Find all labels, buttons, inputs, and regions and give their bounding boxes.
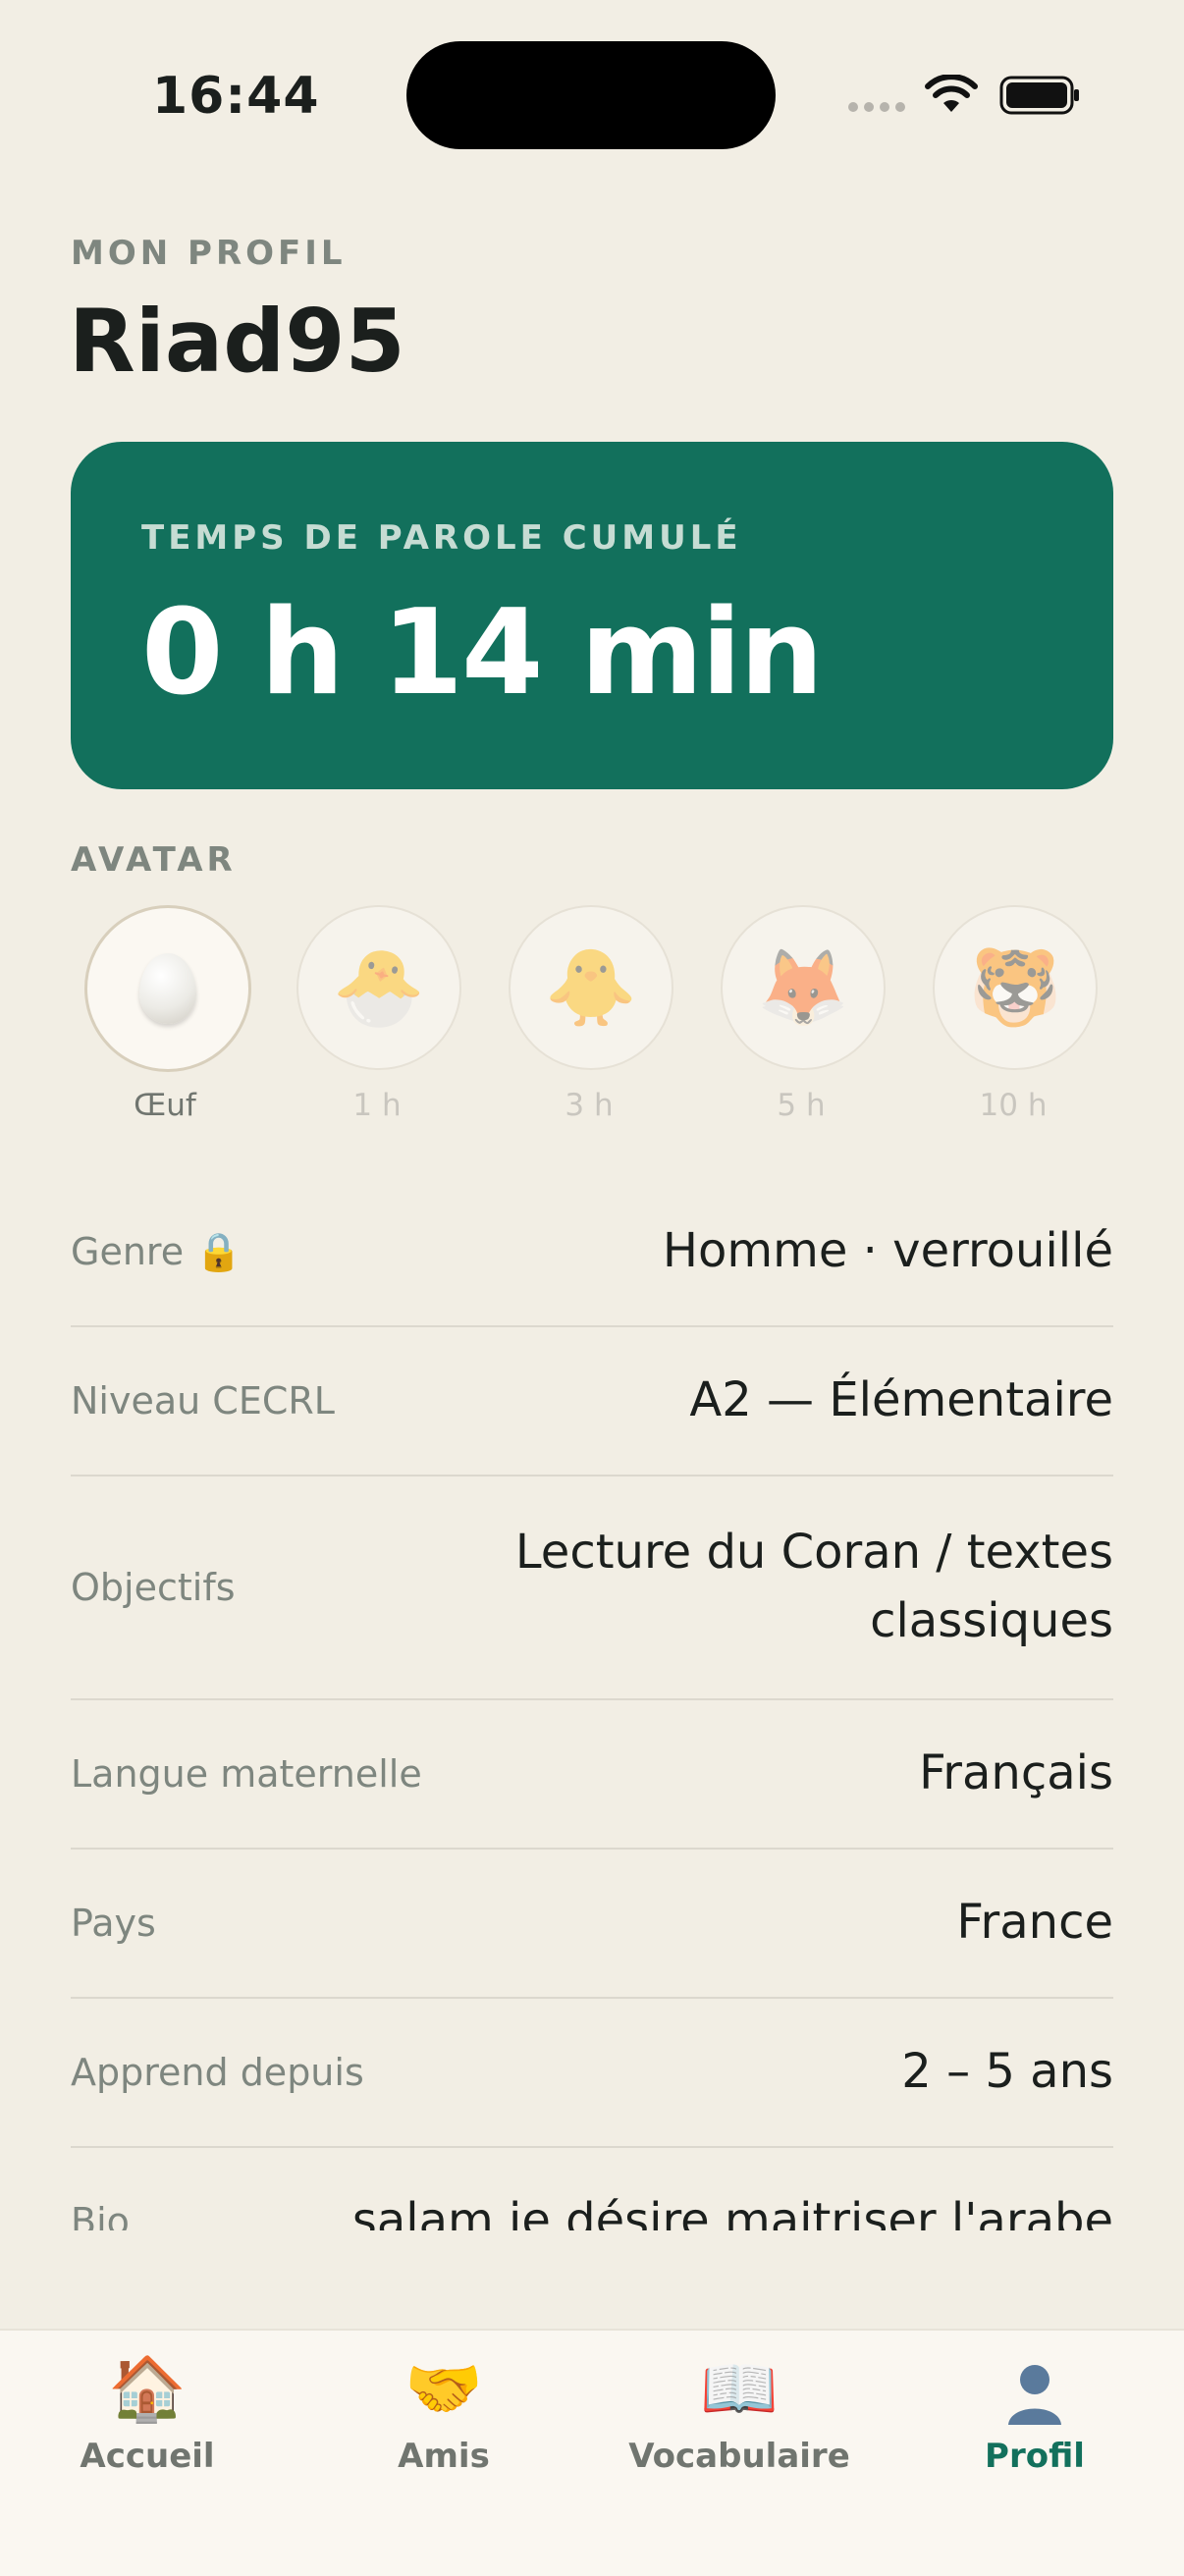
speaking-time-label: TEMPS DE PAROLE CUMULÉ <box>141 518 742 558</box>
avatar-circle[interactable]: 🐥 <box>509 905 673 1070</box>
tab-label: Profil <box>985 2437 1085 2476</box>
row-label-objectives: Objectifs <box>71 1566 236 1609</box>
row-value-objectives: Lecture du Coran / textes classiques <box>515 1519 1113 1655</box>
row-native-language[interactable]: Langue maternelle Français <box>71 1700 1113 1850</box>
fox-icon: 🦊 <box>756 943 850 1031</box>
avatar-picker: Œuf 🐣 1 h 🐥 3 h 🦊 5 h 🐯 10 h <box>0 905 1184 1141</box>
row-gender: Genre 🔒 Homme · verrouillé <box>71 1178 1113 1327</box>
profile-details-list[interactable]: Genre 🔒 Homme · verrouillé Niveau CECRL … <box>71 1178 1113 2230</box>
tab-amis[interactable]: 🤝 Amis <box>326 2350 562 2476</box>
avatar-label: 5 h <box>777 1088 826 1123</box>
avatar-option-1h[interactable]: 🐣 1 h <box>296 905 461 1123</box>
avatar-label: 3 h <box>565 1088 614 1123</box>
tab-label: Amis <box>398 2437 490 2476</box>
status-time: 16:44 <box>152 67 320 126</box>
page-title: Riad95 <box>69 291 405 392</box>
row-label-native-language: Langue maternelle <box>71 1752 422 1796</box>
wifi-icon <box>925 75 978 112</box>
avatar-circle[interactable]: 🐯 <box>933 905 1098 1070</box>
row-cefr-level[interactable]: Niveau CECRL A2 — Élémentaire <box>71 1327 1113 1476</box>
tab-accueil[interactable]: 🏠 Accueil <box>29 2350 265 2476</box>
tab-vocabulaire[interactable]: 📖 Vocabulaire <box>621 2350 857 2476</box>
row-bio[interactable]: Bio salam je désire maitriser l'arabe <box>71 2148 1113 2230</box>
status-bar: 16:44 <box>0 0 1184 196</box>
egg-icon <box>139 953 196 1024</box>
tab-profil[interactable]: Profil <box>917 2350 1153 2476</box>
row-country[interactable]: Pays France <box>71 1850 1113 1999</box>
tiger-icon: 🐯 <box>968 943 1062 1031</box>
objectives-line-2: classiques <box>870 1593 1113 1648</box>
row-learning-since[interactable]: Apprend depuis 2 – 5 ans <box>71 1999 1113 2148</box>
row-label-country: Pays <box>71 1902 156 1945</box>
avatar-option-egg[interactable]: Œuf <box>84 905 251 1123</box>
avatar-label: 10 h <box>979 1088 1048 1123</box>
avatar-section-label: AVATAR <box>71 840 237 880</box>
row-label-learning-since: Apprend depuis <box>71 2051 364 2094</box>
speaking-time-value: 0 h 14 min <box>141 585 824 722</box>
avatar-label: Œuf <box>134 1088 196 1123</box>
tab-label: Vocabulaire <box>628 2437 850 2476</box>
row-value-native-language: Français <box>919 1745 1113 1801</box>
row-value-country: France <box>956 1895 1113 1951</box>
open-book-icon: 📖 <box>700 2353 779 2426</box>
house-icon: 🏠 <box>108 2353 187 2426</box>
avatar-circle[interactable]: 🦊 <box>721 905 886 1070</box>
row-label-bio: Bio <box>71 2200 130 2230</box>
signal-icon <box>848 102 905 112</box>
avatar-circle[interactable] <box>84 905 251 1072</box>
hatching-chick-icon: 🐣 <box>332 943 426 1031</box>
avatar-option-10h[interactable]: 🐯 10 h <box>933 905 1098 1123</box>
row-value-learning-since: 2 – 5 ans <box>901 2044 1113 2100</box>
battery-icon <box>999 76 1079 115</box>
speaking-time-card: TEMPS DE PAROLE CUMULÉ 0 h 14 min <box>71 442 1113 789</box>
avatar-circle[interactable]: 🐣 <box>296 905 461 1070</box>
page-section-label: MON PROFIL <box>71 234 347 273</box>
tab-label: Accueil <box>80 2437 215 2476</box>
handshake-icon: 🤝 <box>404 2353 483 2426</box>
tab-bar: 🏠 Accueil 🤝 Amis 📖 Vocabulaire Profil <box>0 2329 1184 2576</box>
row-label-gender: Genre 🔒 <box>71 1229 242 1273</box>
row-value-bio: salam je désire maitriser l'arabe <box>351 2193 1113 2230</box>
row-objectives[interactable]: Objectifs Lecture du Coran / textes clas… <box>71 1476 1113 1700</box>
dynamic-island <box>406 41 776 149</box>
row-label-cefr: Niveau CECRL <box>71 1379 335 1422</box>
avatar-option-5h[interactable]: 🦊 5 h <box>721 905 886 1123</box>
objectives-line-1: Lecture du Coran / textes <box>514 1525 1113 1581</box>
person-silhouette-icon <box>917 2350 1153 2429</box>
row-value-cefr: A2 — Élémentaire <box>689 1372 1113 1428</box>
chick-icon: 🐥 <box>544 943 638 1031</box>
avatar-label: 1 h <box>352 1088 402 1123</box>
avatar-option-3h[interactable]: 🐥 3 h <box>509 905 673 1123</box>
row-value-gender: Homme · verrouillé <box>662 1223 1113 1279</box>
